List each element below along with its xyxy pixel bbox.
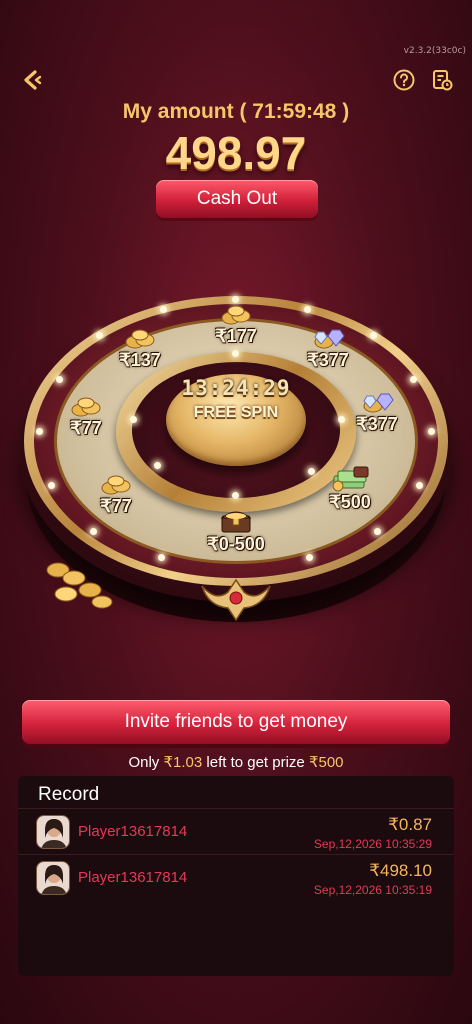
prize-label: ₹500 (329, 492, 371, 512)
prize-label: ₹77 (100, 496, 132, 516)
progress-middle: left to get prize (206, 754, 305, 771)
prize-label: ₹177 (215, 326, 257, 346)
help-button[interactable] (392, 68, 416, 92)
light-bulb (154, 462, 161, 469)
prize-slot: ₹0-500 (186, 506, 286, 555)
prize-label: ₹137 (119, 350, 161, 370)
light-bulb (304, 306, 311, 313)
prize-progress-text: Only ₹1.03 left to get prize ₹500 (0, 753, 472, 771)
prize-label: ₹377 (356, 414, 398, 434)
light-bulb (158, 554, 165, 561)
light-bulb (96, 332, 103, 339)
light-bulb (306, 554, 313, 561)
cash-out-button[interactable]: Cash Out (156, 180, 318, 218)
coin-pile-icon (221, 305, 251, 325)
record-amount: ₹0.87 (388, 815, 432, 834)
light-bulb (232, 492, 239, 499)
wheel-pointer-icon (201, 578, 271, 622)
my-amount-label: My amount ( 71:59:48 ) (122, 100, 350, 123)
prize-label: ₹0-500 (207, 534, 265, 554)
remaining-amount: ₹1.03 (163, 754, 203, 771)
record-time: Sep,12,2026 10:35:29 (313, 837, 432, 851)
prize-label: ₹377 (307, 350, 349, 370)
light-bulb (232, 296, 239, 303)
prize-slot: ₹177 (204, 304, 268, 347)
light-bulb (416, 482, 423, 489)
cash-stack-icon (332, 466, 369, 492)
light-bulb (90, 528, 97, 535)
document-clock-icon (433, 70, 453, 91)
gem-coins-icon (363, 393, 394, 413)
prize-slot: ₹377 (342, 390, 412, 435)
user-avatar-icon (37, 816, 69, 848)
record-panel: Record Player13617814 ₹0.87 Sep,12,2026 … (18, 776, 454, 976)
prize-slot: ₹77 (58, 396, 114, 439)
chevron-left-icon (24, 70, 42, 90)
player-name: Player13617814 (78, 869, 188, 886)
amount-value: 498.97 (165, 127, 307, 179)
treasure-chest-icon (220, 511, 252, 533)
question-circle-icon (393, 69, 415, 91)
coin-pile-icon (101, 475, 131, 495)
record-title: Record (38, 784, 100, 805)
light-bulb (160, 306, 167, 313)
progress-prefix: Only (128, 754, 160, 771)
record-amount: ₹498.10 (369, 861, 432, 880)
record-time: Sep,12,2026 10:35:19 (313, 883, 432, 897)
history-button[interactable] (430, 68, 454, 92)
record-row: Player13617814 ₹498.10 Sep,12,2026 10:35… (18, 854, 454, 900)
prize-label: ₹77 (70, 418, 102, 438)
light-bulb (36, 428, 43, 435)
user-avatar-icon (37, 862, 69, 894)
light-bulb (232, 350, 239, 357)
prize-wheel: 13:24:29 FREE SPIN ₹177 ₹377 ₹377 ₹500 ₹… (20, 292, 452, 642)
gem-coins-icon (314, 329, 345, 349)
prize-slot: ₹377 (296, 326, 360, 371)
app-version: v2.3.2(33c0c) (403, 46, 466, 56)
coin-pile-icon (46, 562, 113, 609)
prize-slot: ₹500 (312, 466, 388, 513)
prize-slot: ₹77 (86, 474, 146, 517)
light-bulb (428, 428, 435, 435)
avatar (36, 861, 70, 895)
avatar (36, 815, 70, 849)
prize-slot: ₹137 (108, 328, 172, 371)
light-bulb (374, 528, 381, 535)
record-row: Player13617814 ₹0.87 Sep,12,2026 10:35:2… (18, 808, 454, 854)
coin-pile-icon (71, 397, 101, 417)
invite-friends-button[interactable]: Invite friends to get money (22, 700, 450, 744)
light-bulb (370, 332, 377, 339)
player-name: Player13617814 (78, 823, 188, 840)
light-bulb (48, 482, 55, 489)
coin-pile-icon (125, 329, 155, 349)
back-button[interactable] (18, 66, 46, 94)
target-prize: ₹500 (308, 754, 344, 771)
